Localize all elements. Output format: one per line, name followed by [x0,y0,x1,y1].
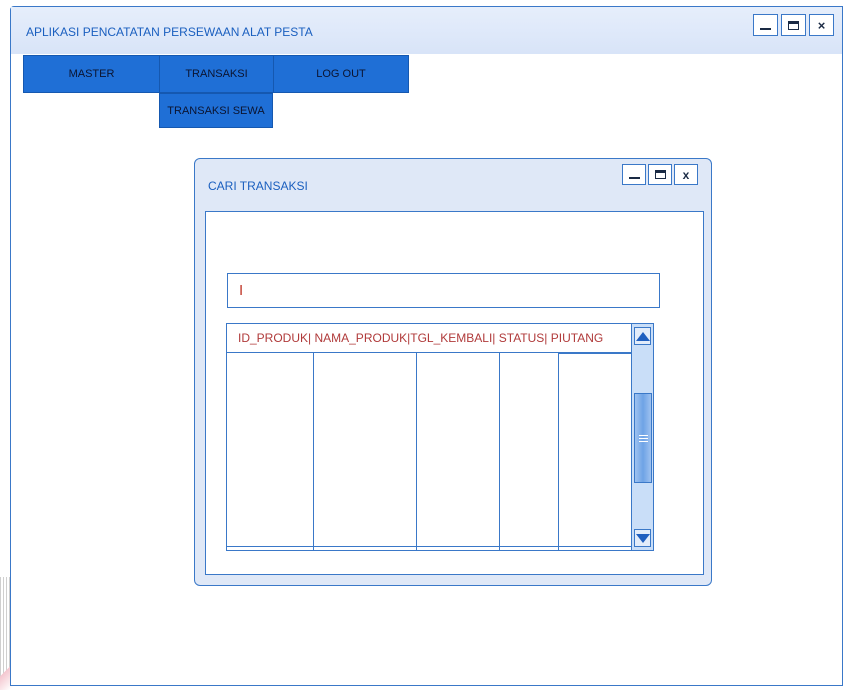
dialog-window-controls: x [622,164,698,185]
column-divider [499,353,500,550]
menu-bar: MASTER TRANSAKSI LOG OUT [23,55,409,93]
vertical-scrollbar[interactable] [632,323,654,551]
column-divider [313,353,314,550]
maximize-icon [654,170,666,179]
scroll-thumb[interactable] [634,393,652,483]
dialog-maximize-button[interactable] [648,164,672,185]
arrow-up-icon [635,331,650,341]
minimize-button[interactable] [753,14,778,36]
dialog-minimize-button[interactable] [622,164,646,185]
search-input[interactable]: I [227,273,660,308]
table-header: ID_PRODUK| NAMA_PRODUK|TGL_KEMBALI| STAT… [227,324,631,353]
dialog-close-button[interactable]: x [674,164,698,185]
column-divider [416,353,417,550]
transaction-table[interactable]: ID_PRODUK| NAMA_PRODUK|TGL_KEMBALI| STAT… [226,323,632,551]
search-transaction-dialog: CARI TRANSAKSI x I ID_PRODUK| NAMA_PRODU… [194,158,712,586]
submenu-transaksi-sewa[interactable]: TRANSAKSI SEWA [159,93,273,128]
title-bar: APLIKASI PENCATATAN PERSEWAAN ALAT PESTA… [11,7,842,54]
menu-transaksi[interactable]: TRANSAKSI [160,56,274,92]
arrow-down-icon [635,533,650,543]
maximize-button[interactable] [781,14,806,36]
menu-master[interactable]: MASTER [24,56,160,92]
maximize-icon [788,20,799,30]
dialog-title: CARI TRANSAKSI [208,179,308,193]
close-icon: x [682,167,690,182]
app-title: APLIKASI PENCATATAN PERSEWAAN ALAT PESTA [26,25,313,39]
close-icon: × [817,17,826,33]
menu-logout[interactable]: LOG OUT [274,56,408,92]
column-piutang [558,353,631,550]
scroll-down-button[interactable] [634,529,651,547]
scroll-up-button[interactable] [634,327,651,345]
window-controls: × [753,14,834,36]
close-button[interactable]: × [809,14,834,36]
minimize-icon [760,27,771,30]
minimize-icon [628,177,640,179]
grip-icon [638,434,648,442]
dialog-body: I ID_PRODUK| NAMA_PRODUK|TGL_KEMBALI| ST… [205,211,704,575]
